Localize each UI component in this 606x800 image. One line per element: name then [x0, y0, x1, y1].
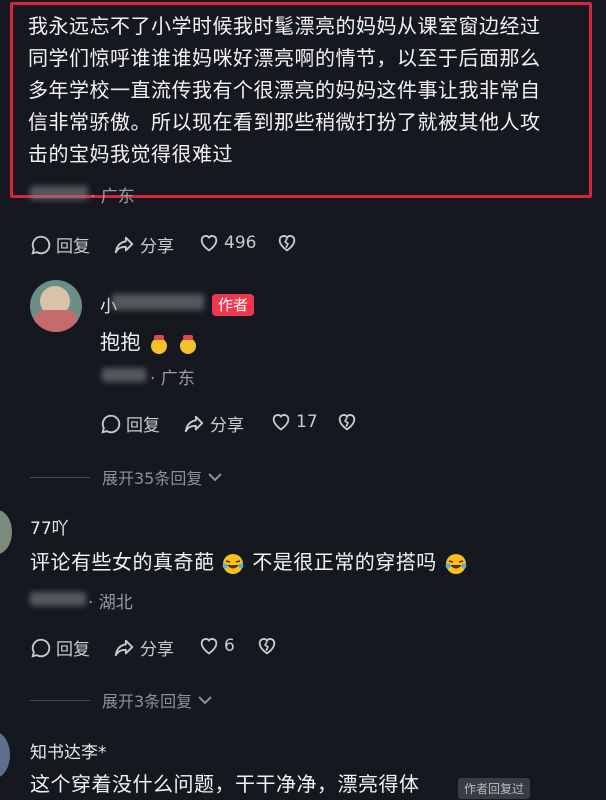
author-replied-badge: 作者回复过 — [458, 778, 531, 799]
like-count: 17 — [296, 412, 318, 432]
broken-heart-icon — [278, 235, 296, 252]
comment-3-username[interactable]: 知书达李* — [30, 738, 107, 763]
reply-button[interactable]: 回复 — [30, 635, 90, 660]
like-count: 496 — [224, 233, 257, 253]
blurred-date — [30, 592, 86, 606]
comment-1-line: 信非常骄傲。所以现在看到那些稍微打扮了就被其他人攻 — [28, 110, 541, 134]
comment-2-text-a: 评论有些女的真奇葩 — [30, 550, 215, 574]
dislike-button[interactable] — [256, 635, 278, 657]
reply-1-location: · 广东 — [150, 369, 195, 389]
like-count: 6 — [224, 636, 235, 656]
share-button[interactable]: 分享 — [112, 232, 174, 257]
blurred-date — [30, 186, 88, 200]
laugh-cry-emoji-icon — [222, 553, 244, 574]
broken-heart-icon — [338, 414, 356, 431]
chevron-down-icon — [198, 696, 212, 705]
comment-3-text: 这个穿着没什么问题，干干净净，漂亮得体 — [30, 772, 420, 796]
comment-1-line: 击的宝妈我觉得很难过 — [28, 142, 233, 166]
laugh-cry-emoji-icon — [445, 553, 466, 574]
like-button[interactable]: 6 — [198, 635, 235, 657]
expand-replies-button[interactable]: 展开3条回复 — [30, 688, 214, 712]
share-button[interactable]: 分享 — [112, 635, 174, 660]
share-label: 分享 — [210, 416, 244, 436]
broken-heart-icon — [258, 638, 276, 655]
comment-2-username[interactable]: 77吖 — [30, 514, 69, 539]
expand-replies-label: 展开35条回复 — [102, 469, 203, 488]
divider — [30, 476, 90, 478]
share-icon — [114, 236, 134, 253]
like-button[interactable]: 17 — [270, 411, 318, 433]
reply-label: 回复 — [56, 237, 90, 257]
dislike-button[interactable] — [336, 411, 358, 433]
chevron-down-icon — [208, 473, 223, 482]
heart-icon — [272, 414, 290, 431]
expand-replies-button[interactable]: 展开35条回复 — [30, 465, 224, 489]
hug-emoji-icon — [150, 334, 167, 354]
reply-1-text: 抱抱 — [100, 326, 199, 358]
heart-icon — [200, 638, 218, 655]
expand-replies-label: 展开3条回复 — [102, 692, 193, 711]
avatar[interactable] — [30, 280, 82, 332]
author-badge: 作者 — [212, 294, 255, 316]
reply-label: 回复 — [56, 640, 90, 660]
reply-label: 回复 — [126, 416, 160, 436]
comment-2-location: · 湖北 — [88, 593, 133, 613]
comment-icon — [31, 235, 51, 255]
blurred-date — [102, 368, 146, 382]
like-button[interactable]: 496 — [198, 232, 256, 254]
blurred-username — [112, 294, 204, 310]
share-label: 分享 — [140, 237, 174, 257]
comment-1-location: · 广东 — [90, 187, 135, 207]
avatar[interactable] — [0, 510, 12, 554]
reply-button[interactable]: 回复 — [100, 411, 160, 436]
hug-emoji-icon — [179, 334, 196, 354]
comment-1-text: 我永远忘不了小学时候我时髦漂亮的妈妈从课室窗边经过 同学们惊呼谁谁谁妈咪好漂亮啊… — [28, 10, 588, 170]
comment-1-line: 同学们惊呼谁谁谁妈咪好漂亮啊的情节，以至于后面那么 — [28, 46, 541, 70]
divider — [30, 699, 90, 701]
dislike-button[interactable] — [276, 232, 298, 254]
heart-icon — [200, 235, 218, 252]
comment-icon — [101, 414, 121, 434]
share-icon — [184, 415, 204, 432]
avatar[interactable] — [0, 732, 10, 778]
comment-1-line: 多年学校一直流传我有个很漂亮的妈妈这件事让我非常自 — [28, 78, 541, 102]
reply-button[interactable]: 回复 — [30, 232, 90, 257]
comment-2-text: 评论有些女的真奇葩 不是很正常的穿搭吗 — [30, 546, 468, 578]
share-icon — [114, 639, 134, 656]
reply-1-text-content: 抱抱 — [100, 330, 141, 354]
share-button[interactable]: 分享 — [182, 411, 244, 436]
comment-icon — [31, 638, 51, 658]
comment-2-text-b: 不是很正常的穿搭吗 — [252, 550, 437, 574]
share-label: 分享 — [140, 640, 174, 660]
comment-1-line: 我永远忘不了小学时候我时髦漂亮的妈妈从课室窗边经过 — [28, 14, 541, 38]
